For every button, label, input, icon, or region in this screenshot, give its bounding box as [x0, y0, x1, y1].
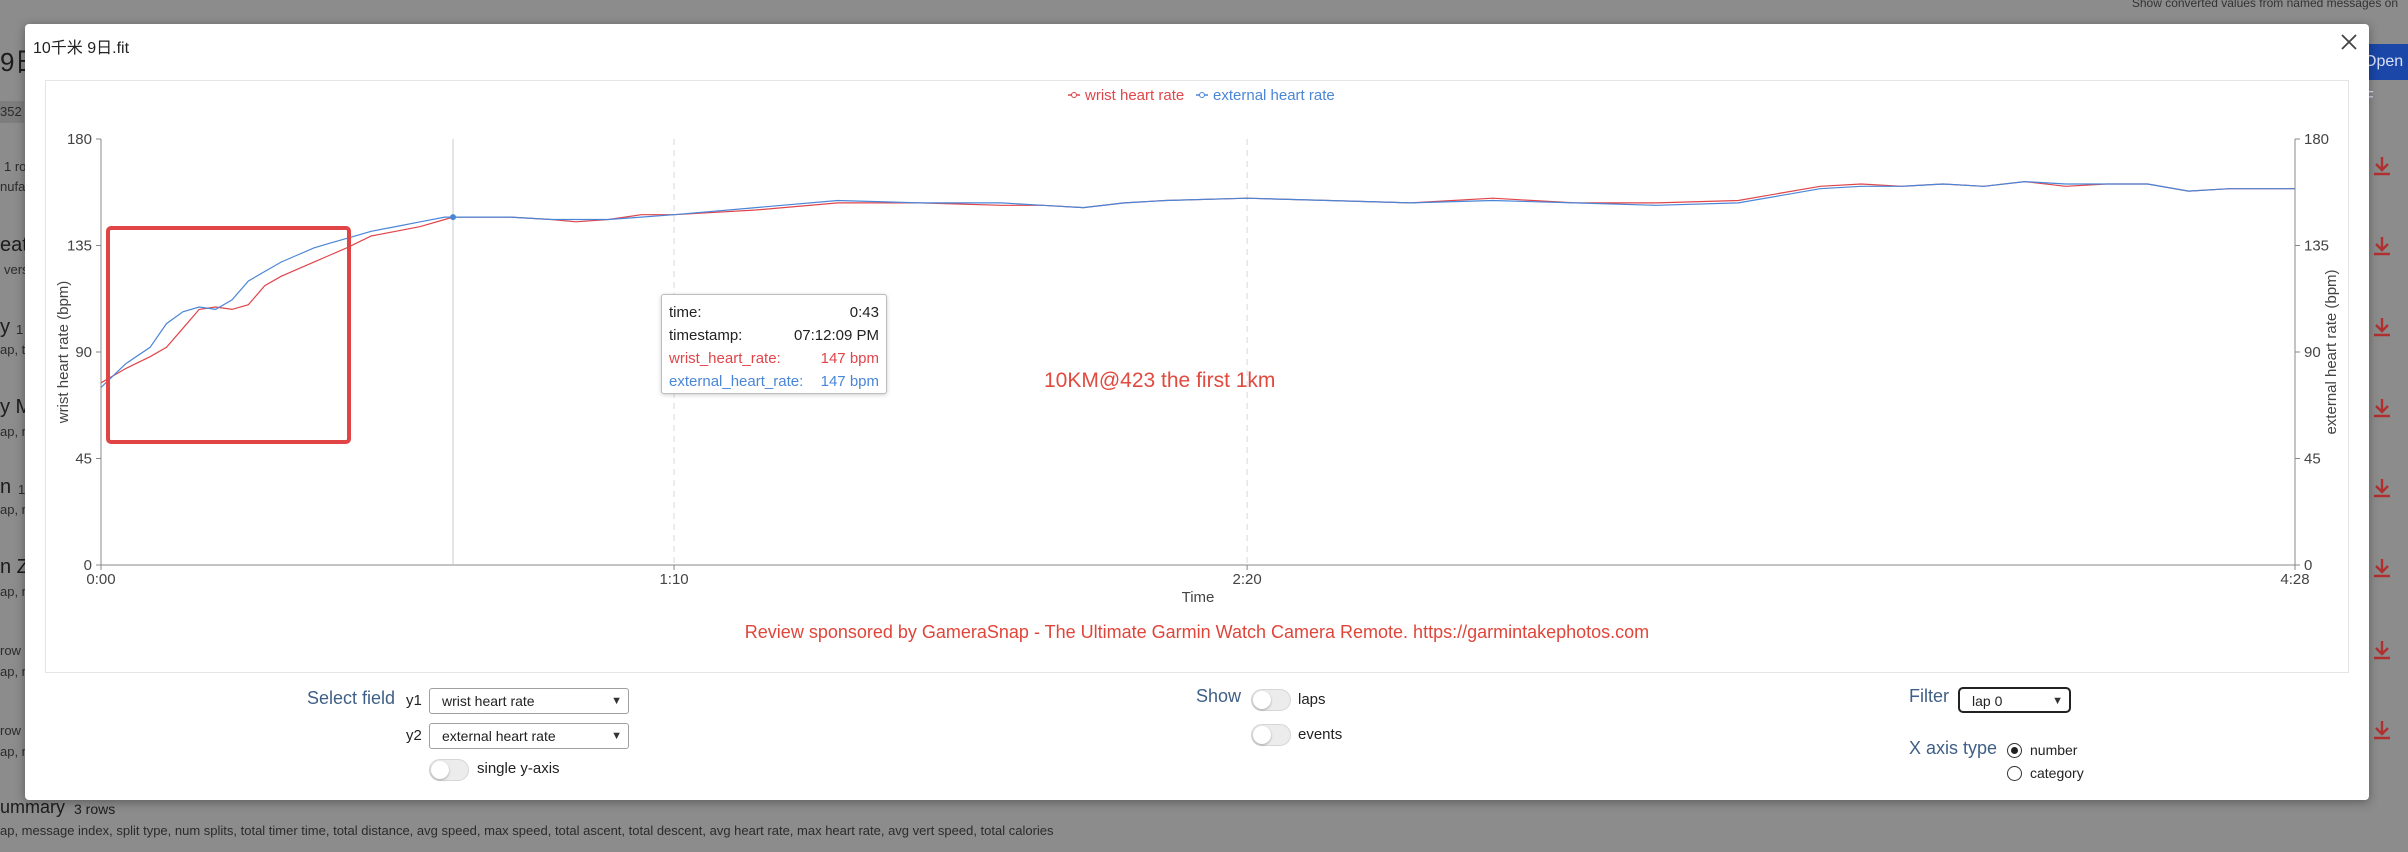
chevron-down-icon: ▼	[2052, 695, 2063, 707]
background-row-sub: nufa	[0, 179, 26, 194]
tooltip-timestamp-label: timestamp:	[669, 327, 743, 344]
tooltip-wrist-value: 147 bpm	[820, 350, 879, 367]
y-tick-label-left: 45	[75, 451, 92, 468]
filter-select[interactable]: lap 0 ▼	[1958, 687, 2071, 713]
legend-label: wrist heart rate	[1084, 87, 1184, 104]
x-axis-title: Time	[1182, 589, 1215, 606]
close-icon[interactable]	[2337, 30, 2361, 54]
modal-title: 10千米 9日.fit	[33, 40, 130, 57]
y-axis-title-left: wrist heart rate (bpm)	[55, 281, 72, 425]
single-y-axis-label: single y-axis	[477, 760, 560, 777]
x-axis-number-radio[interactable]	[2007, 743, 2022, 758]
background-row-title[interactable]: n	[0, 476, 11, 499]
chart-annotation: 10KM@423 the first 1km	[1044, 369, 1276, 392]
filter-select-value: lap 0	[1972, 693, 2003, 709]
chevron-down-icon: ▼	[611, 730, 622, 742]
y-tick-label-right: 90	[2304, 344, 2321, 361]
x-axis-category-radio[interactable]	[2007, 766, 2022, 781]
select-field-label: Select field	[307, 688, 396, 708]
chevron-down-icon: ▼	[611, 695, 622, 707]
y-tick-label-left: 135	[67, 238, 92, 255]
y1-select[interactable]: wrist heart rate ▼	[429, 688, 629, 714]
tooltip-time-value: 0:43	[849, 304, 879, 321]
download-icon[interactable]	[2370, 234, 2394, 258]
y2-select[interactable]: external heart rate ▼	[429, 723, 629, 749]
show-label: Show	[1196, 686, 1242, 706]
chart-modal: 10千米 9日.fit 0 0 45 45 90 90 135 135 180 180 0:00 1:…	[25, 24, 2369, 800]
tooltip-external-label: external_heart_rate:	[669, 373, 804, 390]
events-toggle[interactable]	[1251, 724, 1291, 746]
background-note: Show converted values from named message…	[2131, 0, 2398, 10]
x-axis-type-label: X axis type	[1909, 738, 1998, 758]
y-tick-label-right: 45	[2304, 451, 2321, 468]
legend-label: external heart rate	[1213, 87, 1335, 104]
tooltip-timestamp-value: 07:12:09 PM	[793, 327, 879, 344]
download-icon[interactable]	[2370, 315, 2394, 339]
series-line-external	[100, 180, 2295, 388]
background-row-title[interactable]: row	[0, 643, 21, 658]
filter-label: Filter	[1909, 686, 1949, 706]
download-icon[interactable]	[2370, 476, 2394, 500]
chart-panel: 0 0 45 45 90 90 135 135 180 180 0:00 1:10 2:20 4:28 Ti…	[45, 80, 2349, 673]
laps-toggle[interactable]	[1251, 689, 1291, 711]
y-tick-label-left: 90	[75, 344, 92, 361]
tooltip-time-label: time:	[669, 304, 702, 321]
single-y-axis-toggle[interactable]	[429, 759, 469, 781]
chart-tooltip: time: 0:43 timestamp: 07:12:09 PM wrist_he…	[661, 294, 887, 394]
x-tick-label: 1:10	[659, 571, 688, 588]
y1-select-value: wrist heart rate	[442, 693, 535, 709]
summary-title[interactable]: ummary	[0, 797, 65, 818]
background-row-title[interactable]: y	[0, 316, 10, 339]
download-icon[interactable]	[2370, 638, 2394, 662]
x-tick-label: 0:00	[86, 571, 115, 588]
y-axis-title-right: external heart rate (bpm)	[2323, 269, 2340, 434]
laps-label: laps	[1298, 691, 1326, 708]
events-label: events	[1298, 726, 1343, 743]
y1-label: y1	[406, 692, 422, 709]
tooltip-wrist-label: wrist_heart_rate:	[669, 350, 781, 367]
download-icon[interactable]	[2370, 718, 2394, 742]
download-icon[interactable]	[2370, 556, 2394, 580]
background-row-count: 1	[16, 322, 24, 337]
y2-select-value: external heart rate	[442, 728, 556, 744]
download-icon[interactable]	[2370, 396, 2394, 420]
x-tick-label: 4:28	[2280, 571, 2309, 588]
y-tick-label-right: 135	[2304, 238, 2329, 255]
highlight-box	[106, 226, 351, 444]
summary-fields: ap, message index, split type, num split…	[0, 823, 1054, 838]
x-tick-label: 2:20	[1233, 571, 1262, 588]
y-tick-label-right: 180	[2304, 131, 2329, 148]
summary-count: 3 rows	[74, 801, 116, 817]
background-row-sub: 1 ro	[4, 159, 27, 174]
legend-marker	[1071, 92, 1077, 98]
x-axis-category-label: category	[2030, 765, 2084, 781]
series-line-wrist	[100, 180, 2295, 384]
background-row-title[interactable]: row	[0, 723, 21, 738]
legend-marker	[1199, 92, 1205, 98]
background-tag: 352	[0, 101, 24, 123]
y-tick-label-left: 180	[67, 131, 92, 148]
x-axis-number-label: number	[2030, 742, 2078, 758]
y2-label: y2	[406, 727, 422, 744]
download-icon[interactable]	[2370, 154, 2394, 178]
cursor-point	[450, 214, 457, 221]
tooltip-external-value: 147 bpm	[820, 373, 879, 390]
sponsor-link[interactable]: Review sponsored by GameraSnap - The Ult…	[25, 622, 2369, 643]
